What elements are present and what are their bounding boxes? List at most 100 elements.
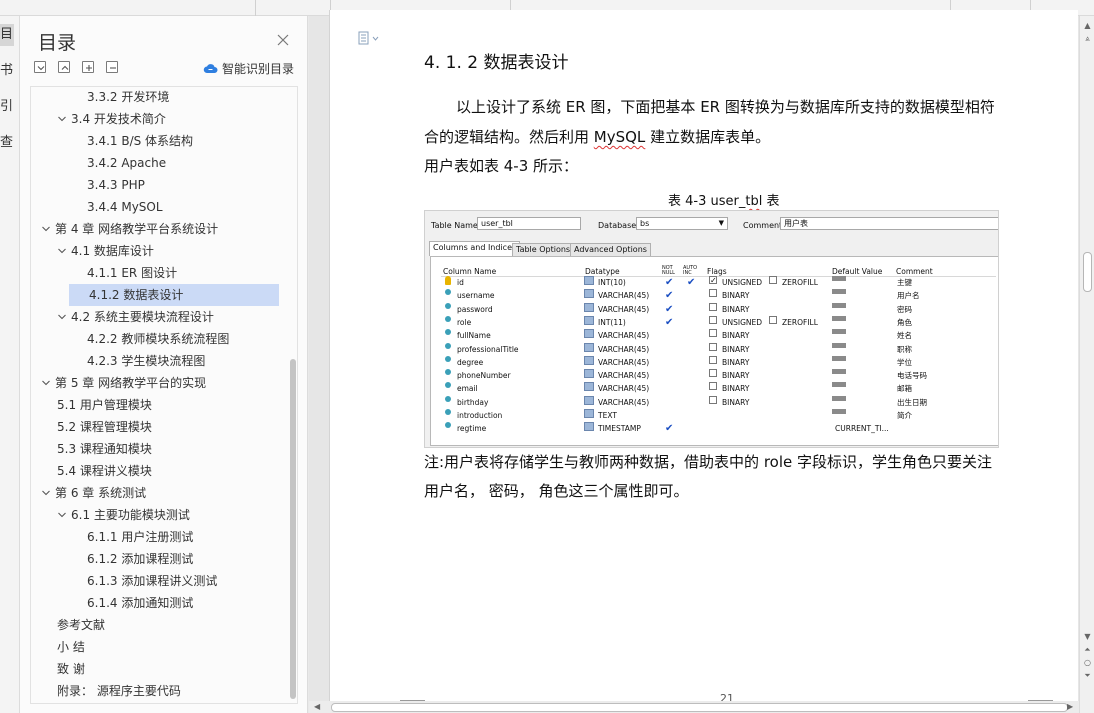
reference-tab[interactable]: 引 bbox=[0, 96, 14, 118]
column-comment: 姓名 bbox=[897, 331, 912, 341]
column-datatype: TEXT bbox=[598, 411, 617, 420]
column-icon bbox=[445, 369, 451, 376]
toc-item-label: 3.4.1 B/S 体系结构 bbox=[87, 134, 194, 148]
toc-item[interactable]: 4.1.1 ER 图设计 bbox=[87, 262, 177, 284]
toolbar-separator bbox=[255, 0, 256, 16]
flag-label: BINARY bbox=[722, 291, 750, 301]
toc-item[interactable]: 4.2.3 学生模块流程图 bbox=[87, 350, 205, 372]
scroll-left-arrow-icon[interactable]: ◀ bbox=[314, 702, 320, 711]
null-default-badge bbox=[832, 315, 846, 321]
cloud-icon bbox=[203, 63, 218, 73]
table-name-field: user_tbl bbox=[477, 217, 581, 230]
flag-label: BINARY bbox=[722, 304, 750, 314]
toc-item[interactable]: 致 谢 bbox=[57, 658, 85, 680]
column-name: professionalTitle bbox=[457, 344, 519, 354]
toc-item[interactable]: 5.1 用户管理模块 bbox=[57, 394, 152, 416]
column-icon bbox=[445, 382, 451, 389]
toc-item-label: 3.4 开发技术简介 bbox=[71, 112, 166, 126]
scroll-down-arrow-icon[interactable]: ▼ bbox=[1082, 631, 1093, 642]
toc-title: 目录 bbox=[38, 32, 77, 54]
toc-item[interactable]: 小 结 bbox=[57, 636, 85, 658]
chevron-down-icon[interactable] bbox=[57, 240, 71, 262]
chevron-down-icon[interactable] bbox=[57, 306, 71, 328]
toc-item[interactable]: 5.3 课程通知模块 bbox=[57, 438, 152, 460]
toc-item[interactable]: 3.4.2 Apache bbox=[87, 152, 166, 174]
column-icon bbox=[445, 289, 451, 296]
scroll-top-icon[interactable]: ⩓ bbox=[1082, 33, 1093, 44]
column-comment: 角色 bbox=[897, 317, 912, 327]
toc-item[interactable]: 第 5 章 网络教学平台的实现 bbox=[41, 372, 206, 394]
toc-item[interactable]: 4.2 系统主要模块流程设计 bbox=[57, 306, 214, 328]
toc-item[interactable]: 第 6 章 系统测试 bbox=[41, 482, 146, 504]
toc-item-label: 致 谢 bbox=[57, 662, 85, 676]
chevron-down-icon[interactable] bbox=[41, 218, 55, 240]
toc-item[interactable]: 6.1.3 添加课程讲义测试 bbox=[87, 570, 217, 592]
toc-item[interactable]: 6.1.2 添加课程测试 bbox=[87, 548, 193, 570]
horizontal-scroll-thumb[interactable] bbox=[331, 703, 1068, 712]
toc-item[interactable]: 5.4 课程讲义模块 bbox=[57, 460, 152, 482]
datatype-icon bbox=[584, 276, 594, 285]
section-heading: 4. 1. 2 数据表设计 bbox=[424, 53, 569, 73]
column-comment: 出生日期 bbox=[897, 397, 927, 407]
smart-toc-button[interactable]: 智能识别目录 bbox=[203, 60, 294, 76]
vertical-scrollbar[interactable]: ▲ ⩓ ▼ ⏶ ○ ⏷ bbox=[1079, 16, 1094, 713]
toc-item[interactable]: 4.2.2 教师模块系统流程图 bbox=[87, 328, 229, 350]
table-row: email VARCHAR(45) BINARY 邮箱 bbox=[431, 382, 998, 395]
toc-item[interactable]: 6.1.1 用户注册测试 bbox=[87, 526, 193, 548]
toc-tab[interactable]: 目 bbox=[0, 24, 14, 46]
side-tab-rail: 目 书 引 查 bbox=[0, 16, 20, 713]
toc-item[interactable]: 第 4 章 网络教学平台系统设计 bbox=[41, 218, 218, 240]
null-default-badge bbox=[832, 276, 846, 281]
toc-scroll-thumb[interactable] bbox=[290, 359, 296, 699]
scroll-up-arrow-icon[interactable]: ▲ bbox=[1082, 20, 1093, 31]
toc-item[interactable]: 4.1 数据库设计 bbox=[57, 240, 154, 262]
toc-item[interactable]: 3.4.1 B/S 体系结构 bbox=[87, 130, 193, 152]
toc-item[interactable]: 4.1.2 数据表设计 bbox=[69, 284, 279, 306]
toc-item-label: 5.4 课程讲义模块 bbox=[57, 464, 152, 478]
not-null-check-icon: ✔ bbox=[665, 290, 674, 302]
flag-checkbox bbox=[709, 382, 717, 391]
toc-item[interactable]: 3.3.2 开发环境 bbox=[87, 87, 169, 108]
toc-item[interactable]: 3.4.3 PHP bbox=[87, 174, 145, 196]
toc-item[interactable]: 6.1.4 添加通知测试 bbox=[87, 592, 193, 614]
toc-item-label: 附录： 源程序主要代码 bbox=[57, 684, 181, 698]
not-null-check-icon: ✔ bbox=[665, 277, 674, 288]
flag-checkbox bbox=[709, 342, 717, 351]
select-browse-object-icon[interactable]: ○ bbox=[1082, 657, 1093, 668]
flag-checkbox bbox=[769, 276, 777, 284]
column-name: role bbox=[457, 317, 472, 327]
close-icon[interactable] bbox=[276, 32, 290, 46]
document-outline-icon[interactable] bbox=[358, 30, 380, 45]
remove-heading-icon[interactable] bbox=[106, 61, 118, 73]
toc-item[interactable]: 3.4.4 MySOL bbox=[87, 196, 163, 218]
reference-tab-label: 引 bbox=[0, 99, 14, 114]
collapse-all-icon[interactable] bbox=[58, 61, 70, 73]
bookmark-tab[interactable]: 书 bbox=[0, 60, 14, 82]
horizontal-scrollbar[interactable]: ◀ ▶ bbox=[309, 701, 1079, 713]
add-heading-icon[interactable] bbox=[82, 61, 94, 73]
column-datatype: VARCHAR(45) bbox=[598, 371, 650, 381]
toc-item[interactable]: 5.2 课程管理模块 bbox=[57, 416, 152, 438]
chevron-down-icon[interactable] bbox=[57, 504, 71, 526]
column-icon bbox=[445, 355, 451, 362]
toc-item[interactable]: 6.1 主要功能模块测试 bbox=[57, 504, 190, 526]
chevron-down-icon[interactable] bbox=[41, 372, 55, 394]
toc-item[interactable]: 附录： 源程序主要代码 bbox=[57, 680, 181, 702]
toc-item-label: 4.2 系统主要模块流程设计 bbox=[71, 310, 214, 324]
next-page-icon[interactable]: ⏷ bbox=[1082, 670, 1093, 681]
previous-page-icon[interactable]: ⏶ bbox=[1082, 644, 1093, 655]
search-tab[interactable]: 查 bbox=[0, 132, 14, 154]
chevron-down-icon[interactable] bbox=[41, 482, 55, 504]
flag-label: ZEROFILL bbox=[782, 317, 818, 327]
document-page: 4. 1. 2 数据表设计 以上设计了系统 ER 图，下面把基本 ER 图转换为… bbox=[329, 10, 1078, 712]
toc-item[interactable]: 参考文献 bbox=[57, 614, 105, 636]
expand-all-icon[interactable] bbox=[34, 61, 46, 73]
note-line: 用户名， 密码， 角色这三个属性即可。 bbox=[424, 482, 689, 500]
toc-item[interactable]: 3.4 开发技术简介 bbox=[57, 108, 166, 130]
chevron-down-icon[interactable] bbox=[57, 108, 71, 130]
null-default-badge bbox=[832, 355, 846, 361]
vertical-scroll-thumb[interactable] bbox=[1083, 252, 1092, 292]
flag-label: BINARY bbox=[722, 331, 750, 341]
null-default-badge bbox=[832, 409, 846, 414]
scroll-right-arrow-icon[interactable]: ▶ bbox=[1067, 702, 1073, 711]
